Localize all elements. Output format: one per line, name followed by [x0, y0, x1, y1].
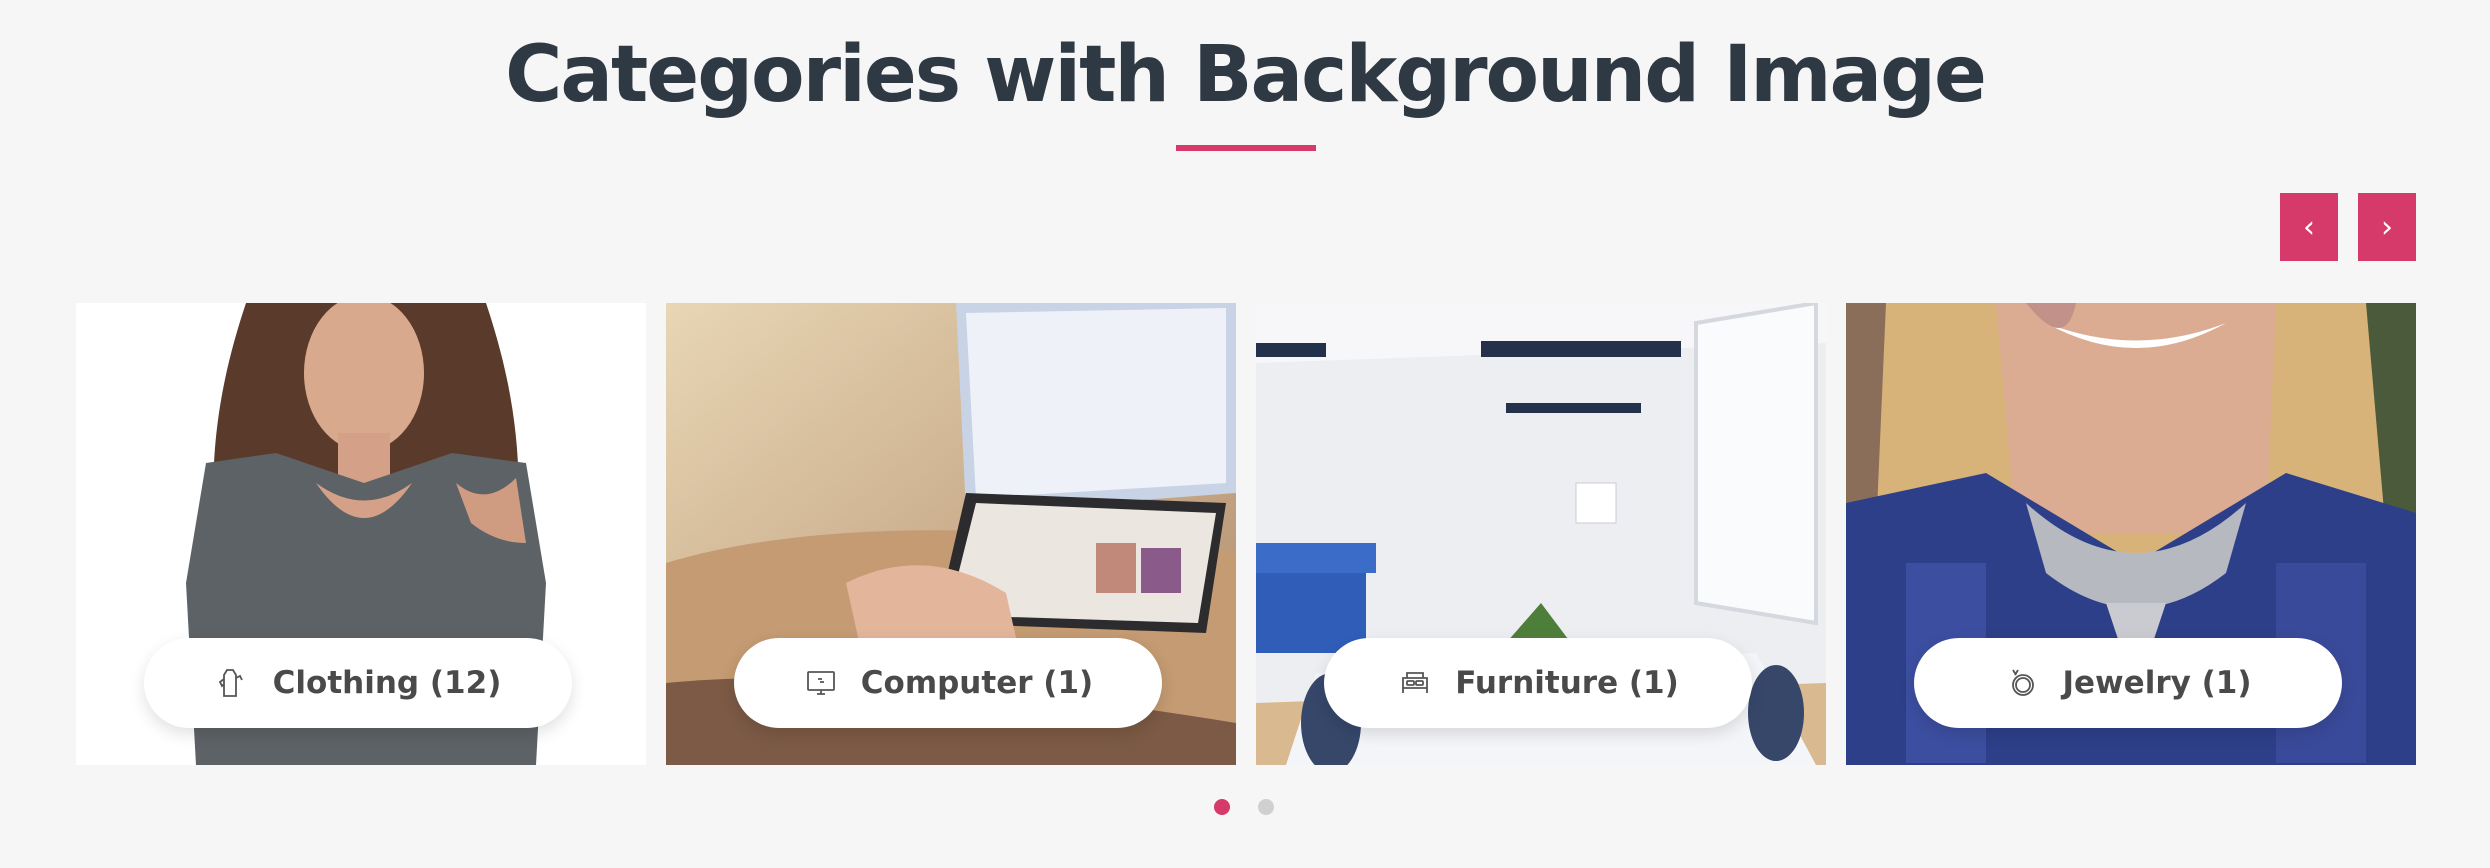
category-label: Jewelry (1) [2062, 665, 2252, 701]
category-pill-furniture[interactable]: Furniture (1) [1324, 638, 1752, 728]
carousel-prev-button[interactable]: ‹ [2280, 193, 2338, 261]
monitor-icon [803, 665, 839, 701]
title-underline [1176, 145, 1316, 151]
category-label: Computer (1) [860, 665, 1094, 701]
bed-icon [1397, 665, 1433, 701]
category-card-jewelry[interactable]: Jewelry (1) [1846, 303, 2416, 765]
categories-section: Categories with Background Image ‹ › Clo… [0, 0, 2490, 868]
pagination-dot-1[interactable] [1214, 799, 1230, 815]
carousel-pagination [1214, 799, 1274, 815]
shirt-icon [215, 665, 251, 701]
chevron-right-icon: › [2381, 209, 2393, 245]
category-card-clothing[interactable]: Clothing (12) [76, 303, 646, 765]
pagination-dot-2[interactable] [1258, 799, 1274, 815]
section-title: Categories with Background Image [505, 30, 1987, 120]
carousel-next-button[interactable]: › [2358, 193, 2416, 261]
category-card-computer[interactable]: Computer (1) [666, 303, 1236, 765]
category-pill-clothing[interactable]: Clothing (12) [144, 638, 572, 728]
category-label: Furniture (1) [1455, 665, 1679, 701]
chevron-left-icon: ‹ [2303, 209, 2315, 245]
category-pill-computer[interactable]: Computer (1) [734, 638, 1162, 728]
category-label: Clothing (12) [272, 665, 502, 701]
category-card-furniture[interactable]: Furniture (1) [1256, 303, 1826, 765]
ring-icon [2004, 665, 2040, 701]
category-pill-jewelry[interactable]: Jewelry (1) [1914, 638, 2342, 728]
